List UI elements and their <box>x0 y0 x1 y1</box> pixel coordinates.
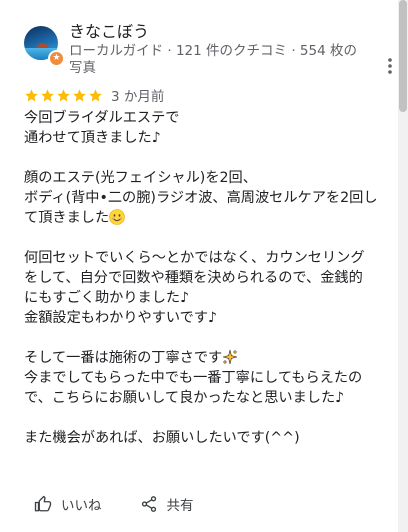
scrollbar-thumb[interactable] <box>399 0 407 112</box>
more-vert-icon <box>388 58 392 74</box>
share-button[interactable]: 共有 <box>140 494 194 514</box>
review-line: 通わせて頂きました♪ <box>24 130 161 146</box>
star-filled-icon <box>57 88 70 101</box>
review-text: 今回ブライダルエステで 通わせて頂きました♪ 顔のエステ(光フェイシャル)を2回… <box>24 108 384 448</box>
review-line: で、こちらにお願いして良かったなと思いました♪ <box>24 390 345 406</box>
review-paragraph: また機会があれば、お願いしたいです(^^) <box>24 428 384 448</box>
review-line: 顔のエステ(光フェイシャル)を2回、 <box>24 170 257 186</box>
local-guide-badge-icon: ★ <box>48 50 65 67</box>
star-filled-icon <box>25 88 38 101</box>
star-filled-icon <box>73 88 86 101</box>
thumb-up-icon <box>34 495 52 512</box>
review-line: て頂きました <box>24 208 384 228</box>
review-line: 今までしてもらった中でも一番丁寧にしてもらえたの <box>24 370 363 386</box>
review-line: 今回ブライダルエステで <box>24 110 180 126</box>
review-line-text: て頂きました <box>24 210 110 226</box>
review-date: 3 か月前 <box>111 89 165 105</box>
star-filled-icon <box>89 88 102 101</box>
review-line-text: そして一番は施術の丁寧さです <box>24 350 223 366</box>
author-name[interactable]: きなこぼう <box>69 22 149 42</box>
like-button[interactable]: いいね <box>34 494 102 514</box>
smiling-face-emoji-icon <box>109 209 125 225</box>
review-actions: いいね 共有 <box>34 492 194 516</box>
rating-row: 3 か月前 <box>24 86 165 105</box>
review-paragraph: 顔のエステ(光フェイシャル)を2回、 ボディ(背中•二の腕)ラジオ波、高周波セル… <box>24 168 384 228</box>
review-line: 金額設定もわかりやすいです♪ <box>24 310 218 326</box>
review-paragraph: 何回セットでいくら〜とかではなく、カウンセリング をして、自分で回数や種類を決め… <box>24 248 384 328</box>
review-card: ★ きなこぼう ローカルガイド · 121 件のクチコミ · 554 枚の写真 … <box>0 0 408 532</box>
review-line: また機会があれば、お願いしたいです(^^) <box>24 430 300 446</box>
review-paragraph: そして一番は施術の丁寧さです 今までしてもらった中でも一番丁寧にしてもらえたの … <box>24 348 384 408</box>
review-line: にもすごく助かりました♪ <box>24 290 190 306</box>
more-options-button[interactable] <box>380 54 400 78</box>
share-label: 共有 <box>166 498 194 514</box>
star-rating <box>24 88 103 103</box>
review-line: そして一番は施術の丁寧さです <box>24 348 384 368</box>
like-label: いいね <box>61 498 102 514</box>
review-paragraph: 今回ブライダルエステで 通わせて頂きました♪ <box>24 108 384 148</box>
review-line: ボディ(背中•二の腕)ラジオ波、高周波セルケアを2回し <box>24 190 378 206</box>
star-filled-icon <box>41 88 54 101</box>
sparkles-emoji-icon <box>222 349 238 365</box>
review-line: をして、自分で回数や種類を決められるので、金銭的 <box>24 270 363 286</box>
author-meta[interactable]: ローカルガイド · 121 件のクチコミ · 554 枚の写真 <box>69 43 369 77</box>
review-line: 何回セットでいくら〜とかではなく、カウンセリング <box>24 250 365 266</box>
share-icon <box>141 496 156 512</box>
scrollbar-track[interactable] <box>398 0 408 532</box>
